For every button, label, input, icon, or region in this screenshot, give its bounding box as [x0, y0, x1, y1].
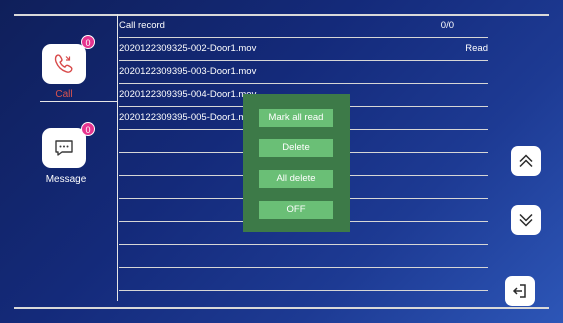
mark-all-read-button[interactable]: Mark all read — [259, 109, 333, 127]
sidebar-separator — [117, 14, 118, 301]
call-record-title: Call record — [119, 20, 165, 31]
double-chevron-down-icon — [519, 213, 533, 227]
double-chevron-up-icon — [519, 154, 533, 168]
bottom-border — [14, 307, 549, 309]
table-row[interactable]: 2020122309325-002-Door1.mov Read — [119, 38, 488, 61]
scroll-down-button[interactable] — [511, 205, 541, 235]
context-menu: Mark all read Delete All delete OFF — [243, 94, 350, 232]
chat-bubble-icon — [55, 140, 73, 156]
record-count: 0/0 — [440, 20, 454, 31]
message-badge: 0 — [81, 122, 95, 136]
table-row — [119, 268, 488, 291]
message-label: Message — [45, 174, 87, 185]
record-filename: 2020122309395-004-Door1.mov — [119, 89, 257, 100]
record-filename: 2020122309395-005-Door1.mov — [119, 112, 257, 123]
record-filename: 2020122309325-002-Door1.mov — [119, 43, 257, 54]
record-filename: 2020122309395-003-Door1.mov — [119, 66, 257, 77]
all-delete-button[interactable]: All delete — [259, 170, 333, 188]
call-label: Call — [55, 89, 73, 100]
call-badge: 0 — [81, 35, 95, 49]
table-row — [119, 245, 488, 268]
phone-icon — [54, 54, 73, 73]
off-button[interactable]: OFF — [259, 201, 333, 219]
exit-button[interactable] — [505, 276, 535, 306]
exit-icon — [512, 284, 526, 298]
delete-button[interactable]: Delete — [259, 139, 333, 157]
message-button[interactable] — [42, 128, 86, 168]
call-button[interactable] — [42, 44, 86, 84]
table-header: Call record 0/0 — [119, 15, 488, 38]
record-status: Read — [465, 43, 488, 54]
table-row[interactable]: 2020122309395-003-Door1.mov — [119, 61, 488, 84]
sidebar-divider — [40, 101, 117, 102]
scroll-up-button[interactable] — [511, 146, 541, 176]
